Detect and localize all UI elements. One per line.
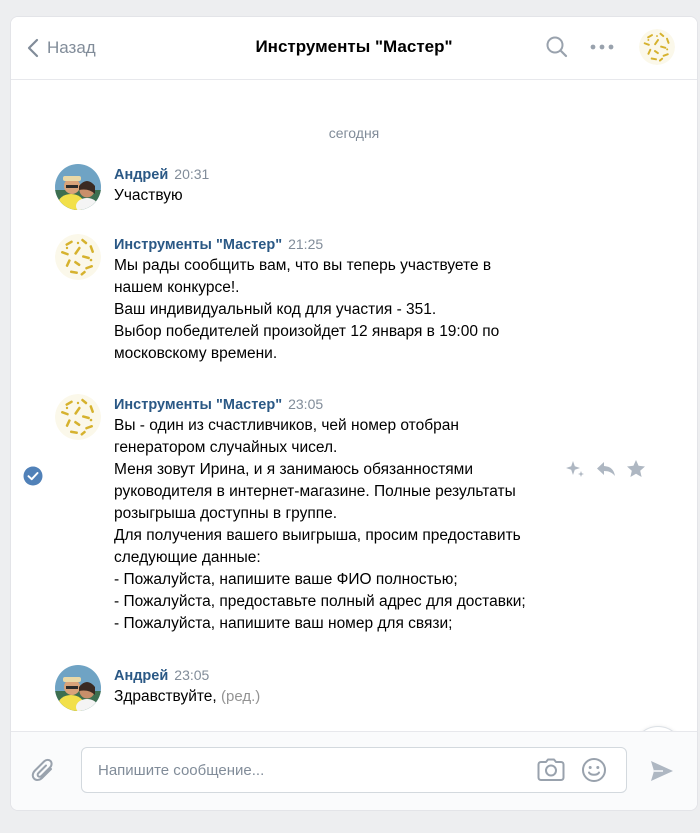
chat-header: Назад Инструменты "Мастер" (11, 17, 697, 80)
message-author[interactable]: Андрей (114, 167, 168, 183)
paperclip-icon[interactable] (31, 757, 57, 785)
message-line: - Пожалуйста, напишите ваш номер для свя… (114, 615, 453, 632)
message-composer (11, 731, 697, 810)
send-icon[interactable] (649, 759, 675, 783)
message-line: - Пожалуйста, напишите ваше ФИО полность… (114, 571, 458, 588)
message-text: Здравствуйте, (ред.) (114, 686, 564, 708)
back-button[interactable]: Назад (27, 36, 96, 60)
message-line: Меня зовут Ирина, и я занимаюсь обязанно… (114, 461, 473, 478)
edited-label[interactable]: (ред.) (221, 688, 260, 705)
camera-icon[interactable] (537, 758, 565, 782)
sparkle-icon[interactable] (564, 458, 586, 480)
reply-icon[interactable] (595, 458, 617, 480)
message-line: розыгрыша доступны в группе. (114, 505, 338, 522)
check-circle-icon[interactable] (23, 466, 43, 486)
message-body: Инструменты "Мастер" 23:05 Вы - один из с… (114, 394, 564, 635)
message-header: Андрей 20:31 (114, 164, 564, 185)
message-time[interactable]: 20:31 (174, 166, 209, 182)
message-author[interactable]: Инструменты "Мастер" (114, 237, 282, 253)
message-text: Участвую (114, 185, 564, 207)
message-header: Инструменты "Мастер" 23:05 (114, 394, 564, 415)
message-line: Участвую (114, 187, 183, 204)
back-label: Назад (47, 38, 96, 57)
message-line: нашем конкурсе!. (114, 279, 240, 296)
more-dots-icon[interactable] (589, 41, 615, 53)
message-line: Здравствуйте, (114, 688, 217, 705)
message-text: Мы рады сообщить вам, что вы теперь учас… (114, 255, 564, 365)
message-line: генератором случайных чисел. (114, 439, 338, 456)
message-time[interactable]: 21:25 (288, 236, 323, 252)
message-input-box (81, 747, 627, 793)
avatar[interactable] (55, 394, 101, 440)
message-input[interactable] (96, 758, 520, 782)
message-line: следующие данные: (114, 549, 261, 566)
message-header: Инструменты "Мастер" 21:25 (114, 234, 564, 255)
message-header: Андрей 23:05 (114, 665, 564, 686)
message-line: Мы рады сообщить вам, что вы теперь учас… (114, 257, 492, 274)
chat-title[interactable]: Инструменты "Мастер" (211, 37, 497, 57)
search-icon[interactable] (545, 35, 569, 59)
date-separator: сегодня (328, 125, 380, 141)
message-text: Вы - один из счастливчиков, чей номер от… (114, 415, 564, 635)
message-body: Инструменты "Мастер" 21:25 Мы рады сообщи… (114, 234, 564, 365)
community-avatar[interactable] (639, 29, 675, 65)
message-line: московскому времени. (114, 345, 278, 362)
avatar[interactable] (55, 164, 101, 210)
star-icon[interactable] (625, 458, 647, 480)
message-line: Выбор победителей произойдет 12 января в… (114, 323, 500, 340)
chevron-left-icon (27, 38, 39, 58)
smile-icon[interactable] (581, 757, 607, 783)
chat-window: Назад Инструменты "Мастер" сегодня Андре… (10, 16, 698, 811)
message-time[interactable]: 23:05 (288, 396, 323, 412)
message-list: сегодня Андрей 20:31 Участвую Инструмент… (11, 80, 697, 776)
message-line: Для получения вашего выигрыша, просим пр… (114, 527, 521, 544)
message-time[interactable]: 23:05 (174, 667, 209, 683)
message-line: - Пожалуйста, предоставьте полный адрес … (114, 593, 526, 610)
message-author[interactable]: Андрей (114, 668, 168, 684)
message-body: Андрей 23:05 Здравствуйте, (ред.) (114, 665, 564, 708)
message-author[interactable]: Инструменты "Мастер" (114, 397, 282, 413)
message-line: Ваш индивидуальный код для участия - 351… (114, 301, 437, 318)
message-line: руководителя в интернет-магазине. Полные… (114, 483, 516, 500)
avatar[interactable] (55, 234, 101, 280)
message-body: Андрей 20:31 Участвую (114, 164, 564, 207)
avatar[interactable] (55, 665, 101, 711)
message-line: Вы - один из счастливчиков, чей номер от… (114, 417, 459, 434)
